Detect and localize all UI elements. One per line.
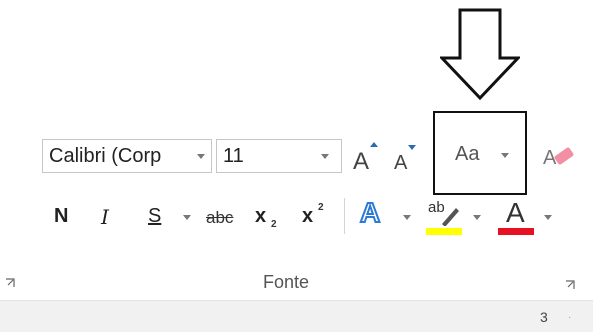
text-highlight-button[interactable]: ab bbox=[426, 198, 462, 236]
chevron-down-icon[interactable] bbox=[197, 154, 205, 159]
ruler-bar bbox=[0, 300, 593, 332]
dialog-launcher-icon[interactable] bbox=[565, 280, 575, 290]
text-effects-label: A bbox=[359, 196, 381, 229]
change-case-label: Aa bbox=[455, 143, 480, 165]
font-color-button[interactable]: A bbox=[498, 197, 534, 236]
font-name-combobox[interactable]: Calibri (Corp bbox=[42, 139, 212, 173]
grow-font-icon[interactable]: A bbox=[352, 141, 380, 171]
chevron-down-icon[interactable] bbox=[473, 215, 481, 220]
subscript-mark: 2 bbox=[271, 219, 277, 230]
chevron-down-icon[interactable] bbox=[321, 154, 329, 159]
change-case-button[interactable]: Aa bbox=[445, 137, 517, 177]
group-label-font: Fonte bbox=[263, 272, 310, 292]
highlighter-pen-icon bbox=[442, 208, 459, 226]
ruler-number: 3 bbox=[540, 309, 548, 325]
chevron-down-icon[interactable] bbox=[544, 215, 552, 220]
text-effects-button[interactable]: A bbox=[358, 196, 390, 233]
chevron-down-icon bbox=[501, 153, 509, 158]
font-size-combobox[interactable]: 11 bbox=[216, 139, 342, 173]
chevron-down-icon[interactable] bbox=[403, 215, 411, 220]
superscript-mark: 2 bbox=[318, 202, 324, 213]
underline-button[interactable]: S bbox=[148, 205, 161, 228]
svg-text:A: A bbox=[353, 148, 369, 171]
dialog-launcher-icon[interactable] bbox=[5, 278, 15, 288]
italic-button[interactable]: I bbox=[101, 205, 109, 229]
svg-text:A: A bbox=[394, 152, 408, 172]
bold-button[interactable]: N bbox=[54, 205, 68, 228]
font-color-bar bbox=[498, 228, 534, 235]
clear-formatting-icon[interactable]: A bbox=[541, 141, 575, 171]
superscript-button[interactable]: x bbox=[302, 205, 313, 228]
chevron-down-icon[interactable] bbox=[183, 215, 191, 220]
annotation-arrow-icon bbox=[440, 8, 520, 100]
separator bbox=[344, 198, 345, 234]
ruler-dot: · bbox=[568, 312, 572, 323]
subscript-button[interactable]: x bbox=[255, 205, 266, 228]
font-size-value: 11 bbox=[223, 145, 244, 167]
font-name-value: Calibri (Corp bbox=[49, 145, 162, 167]
font-color-label: A bbox=[506, 197, 525, 228]
strikethrough-button[interactable]: abc bbox=[206, 208, 233, 228]
highlight-color-bar bbox=[426, 228, 462, 235]
shrink-font-icon[interactable]: A bbox=[392, 144, 420, 172]
